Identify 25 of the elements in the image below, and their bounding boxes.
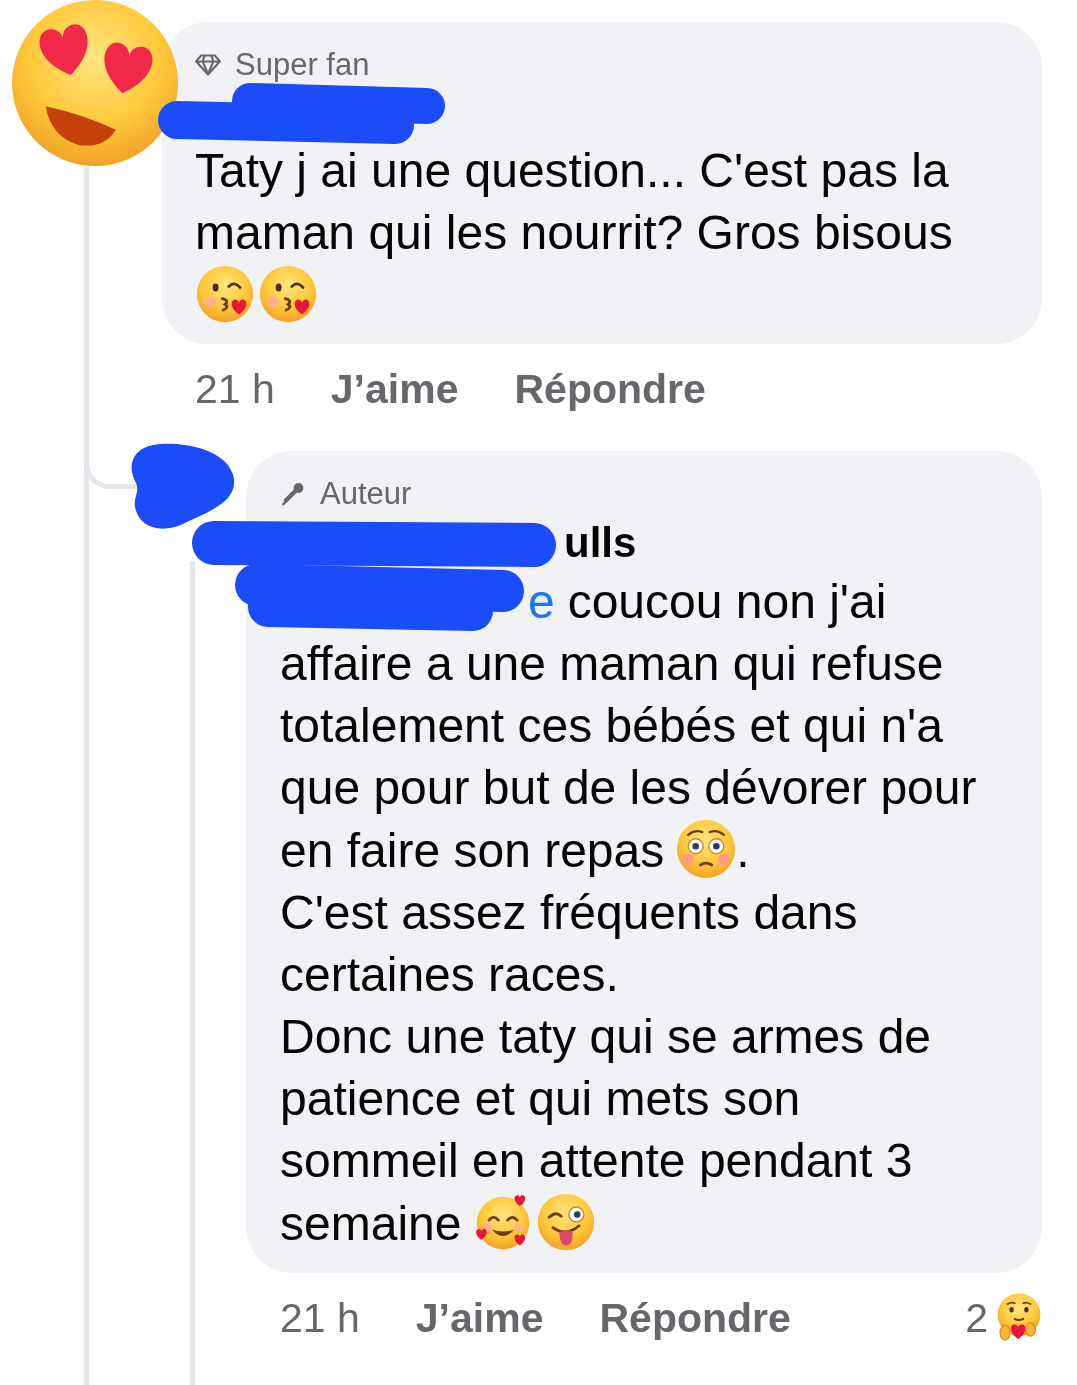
kissing-face-icon <box>195 264 255 324</box>
heart-eyes-avatar[interactable] <box>12 0 178 166</box>
microphone-icon <box>280 482 306 506</box>
badge-label: Super fan <box>235 47 370 83</box>
like-button[interactable]: J’aime <box>415 1294 544 1342</box>
reply-button[interactable]: Répondre <box>514 365 706 413</box>
like-button[interactable]: J’aime <box>330 365 459 413</box>
author-name[interactable]: ulls <box>564 516 637 570</box>
badge-label: Auteur <box>320 476 412 512</box>
comment-text: Taty j ai une question... C'est pas la maman qui les nourrit? Gros bisous <box>195 144 953 259</box>
diamond-icon <box>195 53 221 77</box>
winking-tongue-face-icon <box>536 1192 597 1252</box>
reactions-button[interactable]: 2 <box>965 1293 1042 1343</box>
comment-text: semaine <box>280 1197 462 1250</box>
timestamp: 21 h <box>280 1294 360 1342</box>
comment-text: C'est assez fréquents dans certaines races. <box>280 886 858 1001</box>
comment-text: . <box>736 824 750 877</box>
kissing-face-icon <box>258 264 318 324</box>
mention-link[interactable]: e <box>528 575 555 628</box>
reply-button[interactable]: Répondre <box>599 1294 791 1342</box>
hugging-heart-face-icon <box>996 1293 1042 1343</box>
timestamp: 21 h <box>195 365 275 413</box>
comment-text: en faire son repas <box>280 824 665 877</box>
flushed-face-icon <box>676 819 737 879</box>
comment-text: coucou non j'ai <box>567 575 887 628</box>
